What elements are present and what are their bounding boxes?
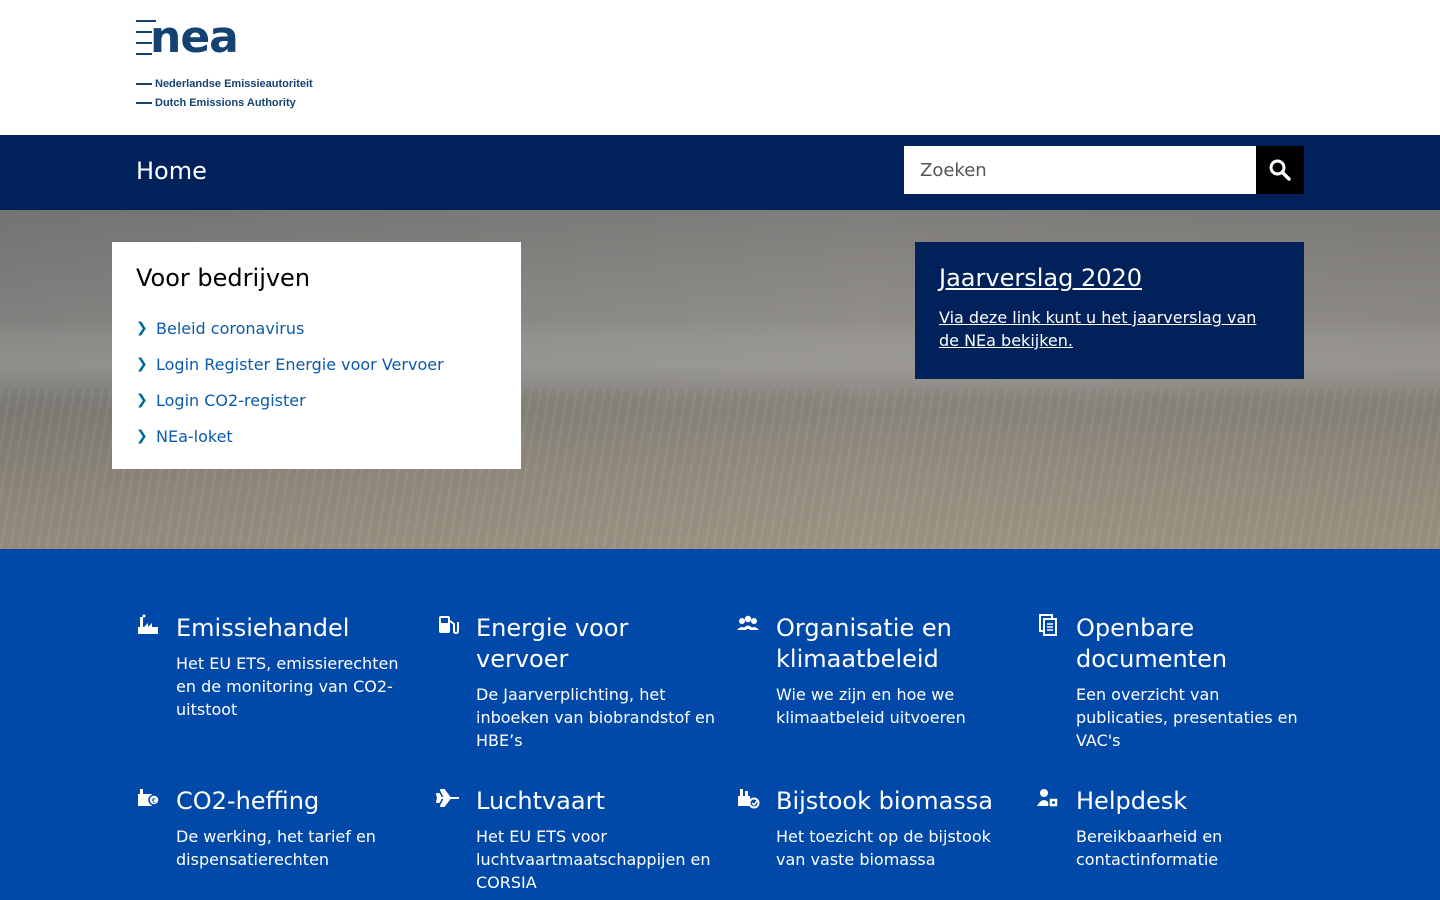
tile-text: Het EU ETS, emissierechten en de monitor… <box>176 654 399 719</box>
tile-title: Bijstook biomassa <box>776 787 993 815</box>
tile-title: Luchtvaart <box>476 787 605 815</box>
tile-text: Een overzicht van publicaties, presentat… <box>1076 685 1298 750</box>
documents-icon <box>1039 614 1057 636</box>
link-beleid-coronavirus[interactable]: Beleid coronavirus <box>156 319 304 338</box>
biomass-icon <box>738 789 760 809</box>
topic-tiles: Emissiehandel Het EU ETS, emissierechten… <box>0 549 1440 900</box>
airplane-icon <box>436 789 459 807</box>
tile-title: Organisatie en klimaatbeleid <box>776 614 952 673</box>
tile-openbare-documenten[interactable]: Openbare documenten Een overzicht van pu… <box>1036 613 1316 752</box>
chevron-right-icon: ❯ <box>136 392 148 408</box>
main-navbar: Home <box>0 135 1440 210</box>
logo-line-en: Dutch Emissions Authority <box>155 97 296 109</box>
voor-bedrijven-list: ❯ Beleid coronavirus ❯ Login Register Ener… <box>136 310 497 454</box>
logo-word: nea <box>150 12 239 63</box>
hero-banner: Voor bedrijven ❯ Beleid coronavirus ❯ Logi… <box>0 210 1440 549</box>
fuel-pump-icon <box>439 616 459 635</box>
co2-tax-icon: € <box>138 789 160 806</box>
tile-title: Energie voor vervoer <box>476 614 629 673</box>
tile-text: Het EU ETS voor luchtvaartmaatschappijen… <box>476 827 711 892</box>
logo-subtitle: Nederlandse Emissieautoriteit Dutch Emis… <box>136 78 316 116</box>
list-item: ❯ NEa-loket <box>136 418 497 454</box>
nav-home-link[interactable]: Home <box>136 157 207 185</box>
tile-helpdesk[interactable]: Helpdesk Bereikbaarheid en contactinform… <box>1036 786 1316 871</box>
tile-co2-heffing[interactable]: € CO2-heffing De werking, het tarief en … <box>136 786 416 871</box>
tile-text: Wie we zijn en hoe we klimaatbeleid uitv… <box>776 685 966 727</box>
helpdesk-icon <box>1037 789 1059 808</box>
tile-bijstook-biomassa[interactable]: Bijstook biomassa Het toezicht op de bij… <box>736 786 1016 871</box>
nea-logo[interactable]: nea Nederlandse Emissieautoriteit Dutch … <box>136 12 336 110</box>
jaarverslag-text-link[interactable]: Via deze link kunt u het jaarverslag van… <box>939 308 1256 350</box>
people-icon <box>737 615 759 630</box>
tile-title: Helpdesk <box>1076 787 1188 815</box>
chevron-right-icon: ❯ <box>136 428 148 444</box>
tile-text: Bereikbaarheid en contactinformatie <box>1076 827 1223 869</box>
tile-title: Openbare documenten <box>1076 614 1228 673</box>
tile-energie-voor-vervoer[interactable]: Energie voor vervoer De Jaarverplichting… <box>436 613 716 752</box>
jaarverslag-title-link[interactable]: Jaarverslag 2020 <box>939 264 1142 292</box>
link-login-rev[interactable]: Login Register Energie voor Vervoer <box>156 355 444 374</box>
jaarverslag-card: Jaarverslag 2020 Via deze link kunt u he… <box>915 242 1304 379</box>
list-item: ❯ Login CO2-register <box>136 382 497 418</box>
link-login-co2-register[interactable]: Login CO2-register <box>156 391 306 410</box>
tile-text: Het toezicht op de bijstook van vaste bi… <box>776 827 991 869</box>
search-input[interactable] <box>904 146 1256 194</box>
tile-title: CO2-heffing <box>176 787 320 815</box>
chevron-right-icon: ❯ <box>136 356 148 372</box>
list-item: ❯ Login Register Energie voor Vervoer <box>136 346 497 382</box>
voor-bedrijven-card: Voor bedrijven ❯ Beleid coronavirus ❯ Logi… <box>112 242 521 469</box>
search-icon <box>1269 159 1291 181</box>
factory-icon <box>138 614 158 634</box>
site-header: nea Nederlandse Emissieautoriteit Dutch … <box>0 0 1440 135</box>
tile-text: De werking, het tarief en dispensatierec… <box>176 827 376 869</box>
voor-bedrijven-title: Voor bedrijven <box>136 264 311 292</box>
tile-title: Emissiehandel <box>176 614 350 642</box>
link-nea-loket[interactable]: NEa-loket <box>156 427 233 446</box>
tile-emissiehandel[interactable]: Emissiehandel Het EU ETS, emissierechten… <box>136 613 416 721</box>
logo-line-nl: Nederlandse Emissieautoriteit <box>155 78 313 90</box>
tile-luchtvaart[interactable]: Luchtvaart Het EU ETS voor luchtvaartmaa… <box>436 786 716 894</box>
tile-organisatie-klimaatbeleid[interactable]: Organisatie en klimaatbeleid Wie we zijn… <box>736 613 1016 729</box>
svg-text:€: € <box>152 797 156 805</box>
chevron-right-icon: ❯ <box>136 320 148 336</box>
tile-text: De Jaarverplichting, het inboeken van bi… <box>476 685 715 750</box>
list-item: ❯ Beleid coronavirus <box>136 310 497 346</box>
search-button[interactable] <box>1256 146 1304 194</box>
